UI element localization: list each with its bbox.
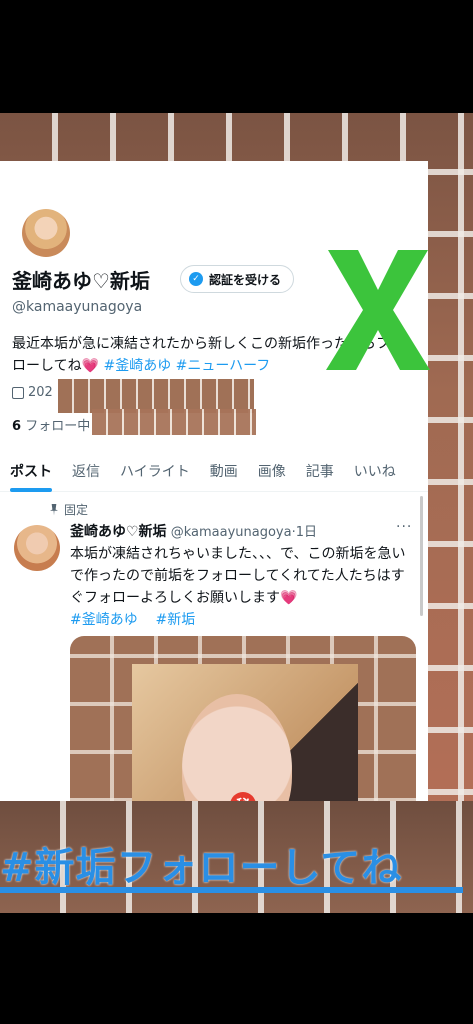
pin-icon (50, 503, 58, 516)
calendar-icon (12, 386, 24, 399)
tab-articles[interactable]: 記事 (296, 451, 344, 491)
face (182, 694, 292, 801)
tab-highlights[interactable]: ハイライト (110, 451, 200, 491)
join-date-text: 202 (28, 385, 53, 400)
profile-handle: @kamaayunagoya (12, 299, 143, 315)
x-mark-icon (326, 250, 430, 370)
heart-emoji: 💗 (280, 590, 298, 606)
tab-images[interactable]: 画像 (248, 451, 296, 491)
overlay-caption: #新垢フォローしてね (0, 845, 403, 891)
caption-underline (0, 887, 463, 893)
post-hashtag[interactable]: #釜崎あゆ (70, 612, 138, 628)
post-image[interactable]: 秘 (70, 636, 416, 801)
following-label: フォロー中 (25, 419, 91, 434)
post-body: 本垢が凍結されちゃいました、、、で、この新垢を急いで作ったので前垢をフォローして… (70, 543, 410, 631)
more-options-icon[interactable]: ··· (396, 519, 412, 535)
tab-likes[interactable]: いいね (344, 451, 406, 491)
following-stat[interactable]: 6 フォロー中 (12, 415, 90, 434)
verified-check-icon: ✓ (189, 272, 203, 286)
verify-label: 認証を受ける (209, 272, 282, 287)
bio-hashtag[interactable]: #釜崎あゆ (103, 358, 171, 374)
screenshot-stage: 釜崎あゆ♡新垢 ✓ 認証を受ける @kamaayunagoya 最近本垢が急に凍… (0, 113, 473, 913)
profile-avatar[interactable] (22, 209, 70, 257)
pinned-label: 固定 (64, 503, 89, 517)
post-author[interactable]: 釜崎あゆ♡新垢 (70, 524, 167, 540)
profile-name: 釜崎あゆ♡新垢 (12, 269, 150, 293)
selfie-photo: 秘 (132, 664, 358, 801)
redaction-patch (92, 409, 256, 435)
tab-posts[interactable]: ポスト (0, 451, 62, 492)
following-count: 6 (12, 419, 22, 434)
post-text: 本垢が凍結されちゃいました、、、で、この新垢を急いで作ったので前垢をフォローして… (70, 546, 406, 606)
bio-hashtag[interactable]: #ニューハーフ (176, 358, 271, 374)
post-avatar[interactable] (14, 525, 60, 571)
post-handle-time: @kamaayunagoya·1日 (170, 525, 317, 540)
redaction-patch (58, 379, 254, 413)
post-header: 釜崎あゆ♡新垢 @kamaayunagoya·1日 (70, 521, 317, 541)
post-hashtag[interactable]: #新垢 (156, 612, 196, 628)
heart-emoji: 💗 (81, 358, 100, 374)
verify-button[interactable]: ✓ 認証を受ける (180, 265, 295, 293)
pinned-indicator: 固定 (50, 501, 88, 518)
tab-videos[interactable]: 動画 (200, 451, 248, 491)
profile-tabs: ポスト 返信 ハイライト 動画 画像 記事 いいね (0, 451, 428, 492)
tab-replies[interactable]: 返信 (62, 451, 110, 491)
join-date: 202 (12, 385, 53, 400)
scrollbar[interactable] (420, 496, 423, 616)
